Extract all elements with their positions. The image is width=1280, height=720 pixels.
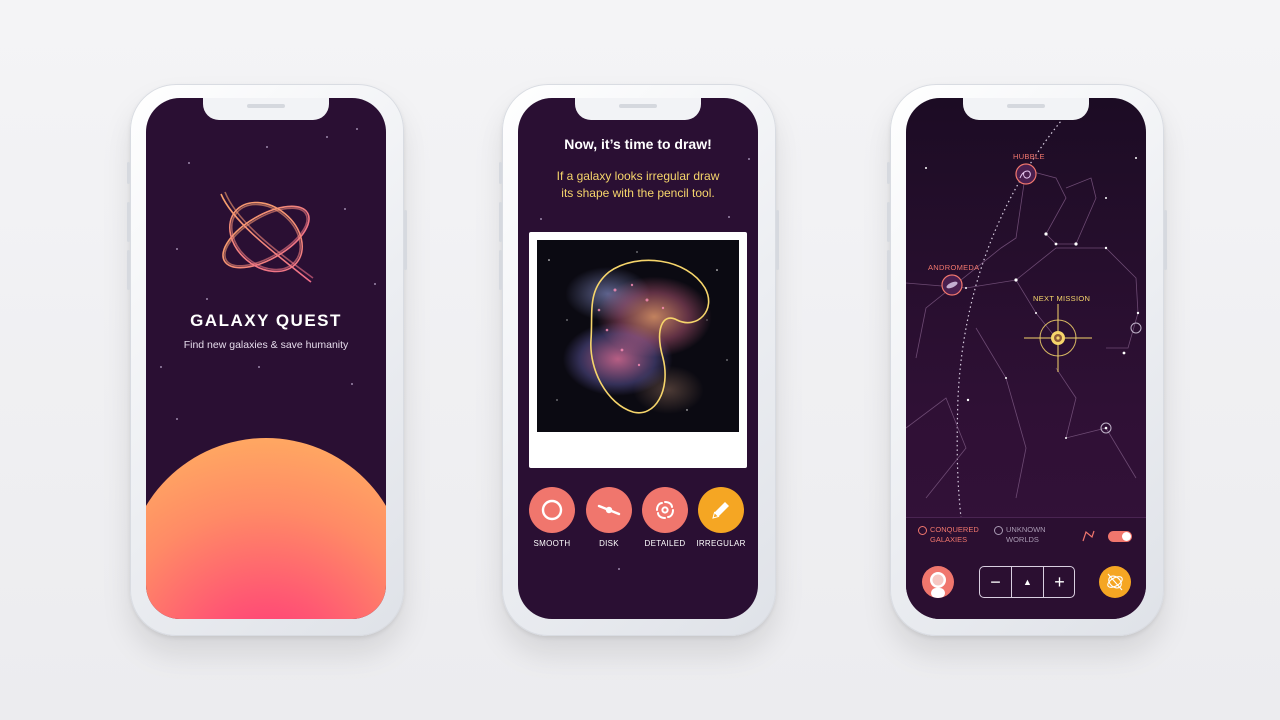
star-map[interactable] [906, 98, 1146, 518]
phone-notch [203, 98, 329, 120]
spiral-icon [656, 501, 674, 519]
hubble-marker-label[interactable]: HUBBLE [1013, 152, 1045, 161]
route-icon [1082, 530, 1095, 542]
legend-unknown-line2: WORLDS [1006, 535, 1039, 544]
next-mission-label[interactable]: NEXT MISSION [1033, 294, 1090, 303]
galaxy-orbit-logo-icon [220, 191, 314, 283]
legend-toggle[interactable] [1108, 531, 1132, 542]
instruction-line-1: If a galaxy looks irregular draw [556, 169, 720, 183]
welcome-screen: GALAXY QUEST Find new galaxies & save hu… [146, 98, 386, 619]
legend-conquered: CONQUERED GALAXIES [930, 525, 979, 545]
disk-icon [597, 504, 621, 516]
tool-disk-button[interactable] [586, 487, 632, 533]
phone-frame-draw: Now, it’s time to draw! If a galaxy look… [499, 84, 779, 636]
galaxy-photo-card [529, 232, 747, 468]
legend-unknown-line1: UNKNOWN [1006, 525, 1046, 534]
legend-conquered-line2: GALAXIES [930, 535, 968, 544]
conquered-dot-icon [918, 526, 927, 535]
zoom-out-button[interactable]: − [980, 567, 1011, 597]
map-controls: − ▲ + [979, 566, 1075, 598]
star-map-screen: HUBBLE ANDROMEDA NEXT MISSION CONQUERED … [906, 98, 1146, 619]
draw-heading: Now, it’s time to draw! [564, 136, 712, 152]
tool-smooth-button[interactable] [529, 487, 575, 533]
astronaut-icon [930, 572, 946, 598]
tool-irregular-button[interactable] [698, 487, 744, 533]
planet-illustration [146, 438, 386, 619]
tool-irregular-label: IRREGULAR [696, 539, 746, 548]
instruction-line-2: its shape with the pencil tool. [561, 186, 715, 200]
astronaut-avatar[interactable] [922, 566, 954, 598]
tool-detailed-button[interactable] [642, 487, 688, 533]
map-bottom-bar: − ▲ + [906, 554, 1146, 619]
zoom-in-button[interactable]: + [1044, 567, 1075, 597]
tool-disk-label: DISK [599, 539, 619, 548]
phone-notch [575, 98, 701, 120]
pencil-icon [712, 502, 729, 519]
andromeda-marker-label[interactable]: ANDROMEDA [928, 263, 979, 272]
move-up-button[interactable]: ▲ [1012, 567, 1043, 597]
legend-unknown: UNKNOWN WORLDS [1006, 525, 1046, 545]
tool-detailed-label: DETAILED [644, 539, 686, 548]
tool-smooth-label: SMOOTH [533, 539, 571, 548]
phone-frame-welcome: GALAXY QUEST Find new galaxies & save hu… [127, 84, 407, 636]
phone-notch [963, 98, 1089, 120]
app-tagline: Find new galaxies & save humanity [183, 339, 349, 351]
map-legend: CONQUERED GALAXIES UNKNOWN WORLDS [906, 517, 1146, 555]
circle-icon [541, 499, 563, 521]
draw-screen: Now, it’s time to draw! If a galaxy look… [518, 98, 758, 619]
app-title: GALAXY QUEST [190, 311, 342, 330]
galaxy-orbit-icon [1107, 573, 1123, 591]
phone-frame-map: HUBBLE ANDROMEDA NEXT MISSION CONQUERED … [887, 84, 1167, 636]
draw-instructions: If a galaxy looks irregular draw its sha… [538, 168, 738, 202]
unknown-dot-icon [994, 526, 1003, 535]
galaxy-photo[interactable] [537, 240, 739, 432]
legend-conquered-line1: CONQUERED [930, 525, 979, 534]
drawn-outline [590, 259, 710, 414]
galaxy-menu-button[interactable] [1099, 566, 1131, 598]
